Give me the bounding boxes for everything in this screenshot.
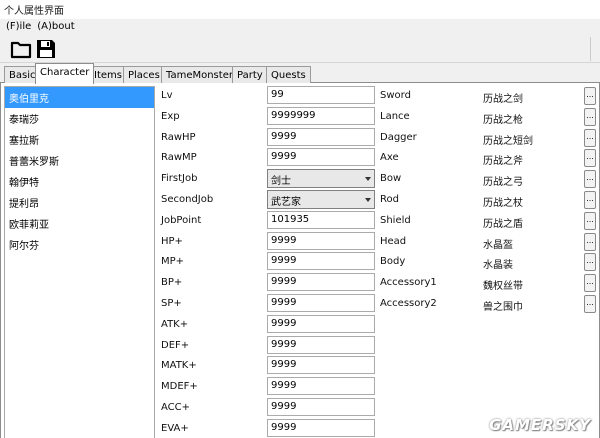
stat-label: MATK+ (161, 360, 197, 372)
equipment-item-name: 历战之枪 (483, 114, 523, 126)
stat-field[interactable]: 9999 (267, 148, 375, 167)
stat-label: RawMP (161, 152, 197, 164)
window-title: 个人属性界面 (0, 0, 600, 18)
equipment-slot-label: Accessory2 (380, 298, 437, 309)
stat-field[interactable]: 9999 (267, 314, 375, 333)
tab-quests[interactable]: Quests (266, 66, 311, 83)
equipment-slot-label: Sword (380, 90, 411, 101)
job-select-value: 武艺家 (271, 197, 301, 208)
browse-equipment-button[interactable]: ... (584, 232, 596, 251)
menu-bar: (F)ile (A)bout (0, 19, 600, 35)
stat-label: SecondJob (161, 194, 214, 205)
open-button[interactable] (10, 38, 32, 60)
floppy-disk-icon (37, 40, 55, 58)
stat-field[interactable]: 9999999 (267, 106, 375, 125)
tab-character[interactable]: Character (35, 63, 95, 84)
stat-field[interactable]: 9999 (267, 252, 375, 271)
stat-field[interactable]: 9999 (267, 294, 375, 312)
equipment-slot-label: Shield (380, 214, 411, 226)
stat-label: DEF+ (161, 339, 190, 351)
equipment-item-name: 历战之弓 (483, 177, 523, 189)
stat-label: Exp (161, 110, 180, 122)
toolbar (0, 35, 600, 63)
stat-label: RawHP (161, 131, 196, 143)
browse-equipment-button[interactable]: ... (584, 107, 596, 126)
browse-equipment-button[interactable]: ... (584, 128, 596, 147)
stat-label: Lv (161, 90, 173, 101)
equipment-slot-label: Lance (380, 110, 410, 122)
job-select[interactable]: 剑士 (267, 169, 375, 189)
stat-label: HP+ (161, 235, 183, 247)
stat-label: SP+ (161, 298, 182, 309)
equipment-item-name: 历战之剑 (483, 94, 523, 105)
menu-about[interactable]: (A)bout (37, 19, 80, 35)
browse-equipment-button[interactable]: ... (584, 211, 596, 230)
stat-field[interactable]: 9999 (267, 231, 375, 250)
browse-equipment-button[interactable]: ... (584, 149, 596, 168)
character-list-item[interactable]: 提利昂 (5, 192, 154, 213)
tab-strip: Basic Character Items Places TameMonster… (0, 63, 600, 84)
stat-field[interactable]: 9999 (267, 377, 375, 396)
equipment-slot-label: Bow (380, 173, 402, 185)
save-button[interactable] (35, 38, 57, 60)
equipment-slot-label: Head (380, 235, 407, 247)
equipment-item-name: 兽之围巾 (483, 302, 523, 313)
character-list-item[interactable]: 欧菲莉亚 (5, 213, 154, 234)
stat-label: ACC+ (161, 402, 191, 413)
character-list-item[interactable]: 奥伯里克 (5, 87, 154, 108)
toolbar-scrollbar[interactable] (590, 37, 598, 61)
equipment-slot-label: Dagger (380, 131, 417, 143)
character-list-item[interactable]: 塞拉斯 (5, 129, 154, 150)
tab-places[interactable]: Places (123, 66, 165, 83)
chevron-down-icon (365, 198, 371, 202)
stat-label: EVA+ (161, 422, 189, 434)
stat-field[interactable]: 9999 (267, 398, 375, 416)
character-panel: 奥伯里克 泰瑞莎 塞拉斯 普蕾米罗斯 翰伊特 提利昂 欧菲莉亚 阿尔芬 Lv 99 Exp 9999… (0, 83, 600, 438)
job-select-value: 剑士 (271, 176, 291, 188)
browse-equipment-button[interactable]: ... (584, 170, 596, 189)
browse-equipment-button[interactable]: ... (584, 87, 596, 105)
stat-label: FirstJob (161, 173, 198, 185)
stat-field[interactable]: 101935 (267, 210, 375, 229)
equipment-slot-label: Axe (380, 152, 399, 164)
stat-field[interactable]: 9999 (267, 356, 375, 375)
stat-field[interactable]: 9999 (267, 418, 375, 437)
stat-field[interactable]: 9999 (267, 273, 375, 292)
folder-icon (10, 41, 32, 59)
menu-file[interactable]: (F)ile (6, 19, 37, 35)
equipment-item-name: 水晶盔 (483, 239, 513, 251)
watermark: GAMERSKY (489, 416, 591, 434)
stat-label: MDEF+ (161, 381, 198, 393)
character-list-item[interactable]: 翰伊特 (5, 171, 154, 192)
equipment-item-name: 魏权丝带 (483, 281, 523, 293)
stat-label: BP+ (161, 277, 183, 289)
equipment-item-name: 历战之斧 (483, 156, 523, 168)
stat-label: ATK+ (161, 318, 189, 330)
character-list-item[interactable]: 普蕾米罗斯 (5, 150, 154, 171)
equipment-item-name: 历战之短剑 (483, 135, 533, 147)
character-list-item[interactable]: 阿尔芬 (5, 234, 154, 255)
character-list-item[interactable]: 泰瑞莎 (5, 108, 154, 129)
tab-items[interactable]: Items (89, 66, 127, 83)
browse-equipment-button[interactable]: ... (584, 295, 596, 313)
stat-field[interactable]: 99 (267, 86, 375, 104)
browse-equipment-button[interactable]: ... (584, 191, 596, 209)
tab-tamemonster[interactable]: TameMonster (161, 66, 238, 83)
equipment-slot-label: Body (380, 256, 406, 268)
equipment-item-name: 历战之杖 (483, 198, 523, 209)
stat-label: JobPoint (161, 214, 202, 226)
stat-field[interactable]: 9999 (267, 127, 375, 146)
equipment-slot-label: Accessory1 (380, 277, 437, 289)
browse-equipment-button[interactable]: ... (584, 253, 596, 272)
character-list[interactable]: 奥伯里克 泰瑞莎 塞拉斯 普蕾米罗斯 翰伊特 提利昂 欧菲莉亚 阿尔芬 (4, 86, 155, 438)
stat-label: MP+ (161, 256, 185, 268)
equipment-slot-label: Rod (380, 194, 399, 205)
equipment-item-name: 水晶装 (483, 260, 513, 272)
chevron-down-icon (365, 177, 371, 182)
browse-equipment-button[interactable]: ... (584, 274, 596, 293)
stat-field[interactable]: 9999 (267, 335, 375, 354)
tab-party[interactable]: Party (232, 66, 268, 83)
job-select[interactable]: 武艺家 (267, 190, 375, 209)
equipment-item-name: 历战之盾 (483, 218, 523, 230)
